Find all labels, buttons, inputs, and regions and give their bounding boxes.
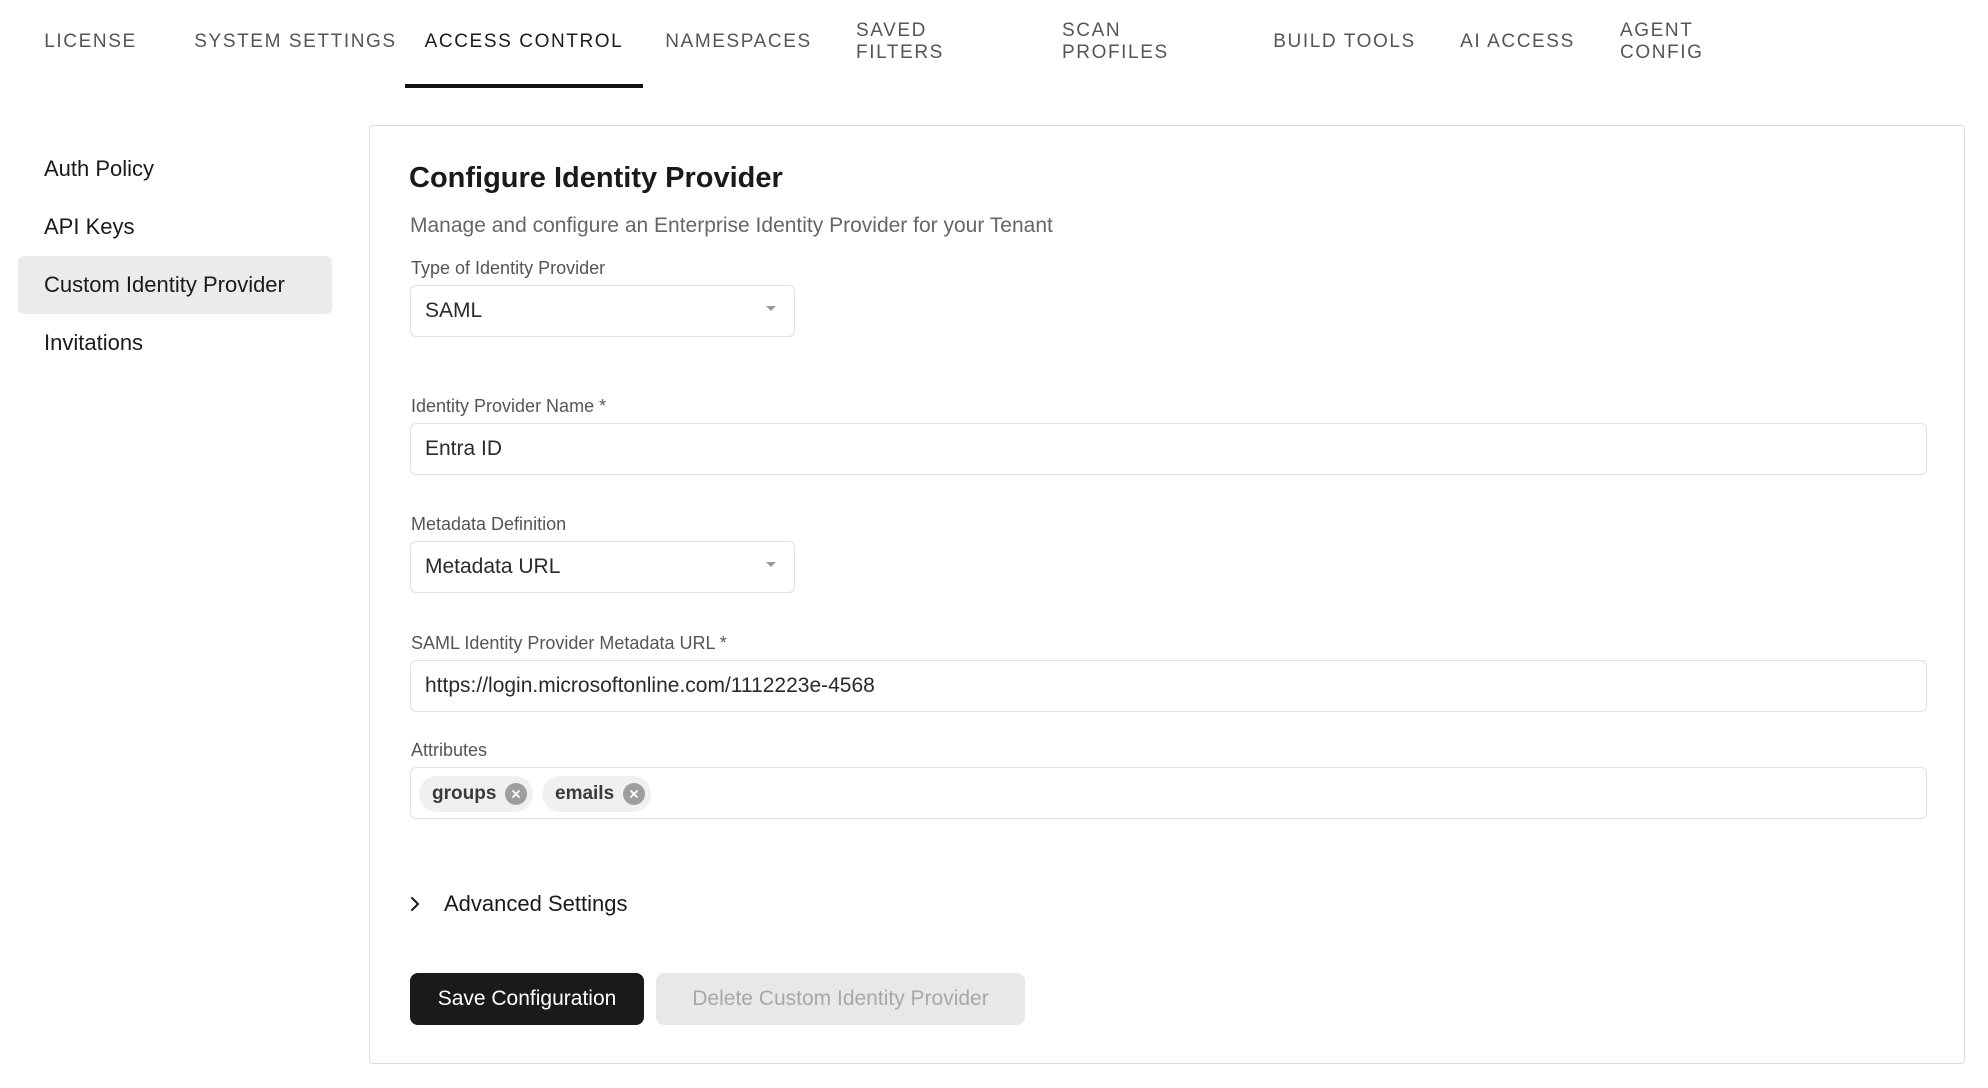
tab-ai-access[interactable]: AI ACCESS — [1460, 0, 1575, 88]
advanced-settings-toggle[interactable]: Advanced Settings — [410, 886, 627, 922]
attribute-chip-emails: emails — [542, 776, 652, 812]
metadata-definition-select[interactable]: Metadata URL — [410, 541, 795, 593]
sidebar-item-api-keys[interactable]: API Keys — [18, 198, 332, 256]
page-title: Configure Identity Provider — [409, 162, 783, 194]
tab-license[interactable]: LICENSE — [40, 0, 141, 88]
sidebar-item-invitations[interactable]: Invitations — [18, 314, 332, 372]
sidebar-item-auth-policy[interactable]: Auth Policy — [18, 140, 332, 198]
top-tab-bar: LICENSE SYSTEM SETTINGS ACCESS CONTROL N… — [0, 0, 1988, 88]
metadata-url-label: SAML Identity Provider Metadata URL * — [411, 633, 727, 653]
chevron-right-icon — [410, 896, 424, 912]
tab-access-control[interactable]: ACCESS CONTROL — [405, 0, 643, 88]
attribute-chip-label: emails — [555, 783, 615, 804]
sidebar-item-custom-identity-provider[interactable]: Custom Identity Provider — [18, 256, 332, 314]
attributes-input[interactable]: groups emails — [410, 767, 1927, 819]
provider-type-label: Type of Identity Provider — [411, 258, 606, 278]
tab-agent-config[interactable]: AGENT CONFIG — [1620, 0, 1782, 88]
delete-identity-provider-button[interactable]: Delete Custom Identity Provider — [656, 973, 1025, 1025]
provider-type-value: SAML — [425, 299, 483, 322]
page-subtitle: Manage and configure an Enterprise Ident… — [410, 214, 1053, 237]
sidebar: Auth Policy API Keys Custom Identity Pro… — [18, 140, 332, 372]
identity-provider-card: Configure Identity Provider Manage and c… — [369, 125, 1965, 1064]
provider-name-label: Identity Provider Name * — [411, 396, 607, 416]
attribute-chip-label: groups — [432, 783, 497, 804]
close-circle-icon[interactable] — [623, 783, 646, 805]
tab-system-settings[interactable]: SYSTEM SETTINGS — [180, 0, 411, 88]
metadata-url-value: https://login.microsoftonline.com/111222… — [425, 674, 875, 697]
provider-name-input[interactable]: Entra ID — [410, 423, 1927, 475]
provider-type-select[interactable]: SAML — [410, 285, 795, 337]
metadata-url-input[interactable]: https://login.microsoftonline.com/111222… — [410, 660, 1927, 712]
tab-build-tools[interactable]: BUILD TOOLS — [1272, 0, 1417, 88]
attributes-label: Attributes — [411, 740, 488, 760]
save-configuration-button[interactable]: Save Configuration — [410, 973, 644, 1025]
tab-namespaces[interactable]: NAMESPACES — [665, 0, 811, 88]
metadata-definition-value: Metadata URL — [425, 555, 561, 578]
metadata-definition-label: Metadata Definition — [411, 514, 567, 534]
caret-down-icon — [766, 562, 776, 567]
advanced-settings-label: Advanced Settings — [444, 891, 628, 916]
caret-down-icon — [766, 306, 776, 311]
close-circle-icon[interactable] — [505, 783, 528, 805]
provider-name-value: Entra ID — [425, 437, 503, 460]
tab-saved-filters[interactable]: SAVED FILTERS — [856, 0, 1018, 88]
tab-scan-profiles[interactable]: SCAN PROFILES — [1062, 0, 1224, 88]
attribute-chip-groups: groups — [419, 776, 534, 812]
